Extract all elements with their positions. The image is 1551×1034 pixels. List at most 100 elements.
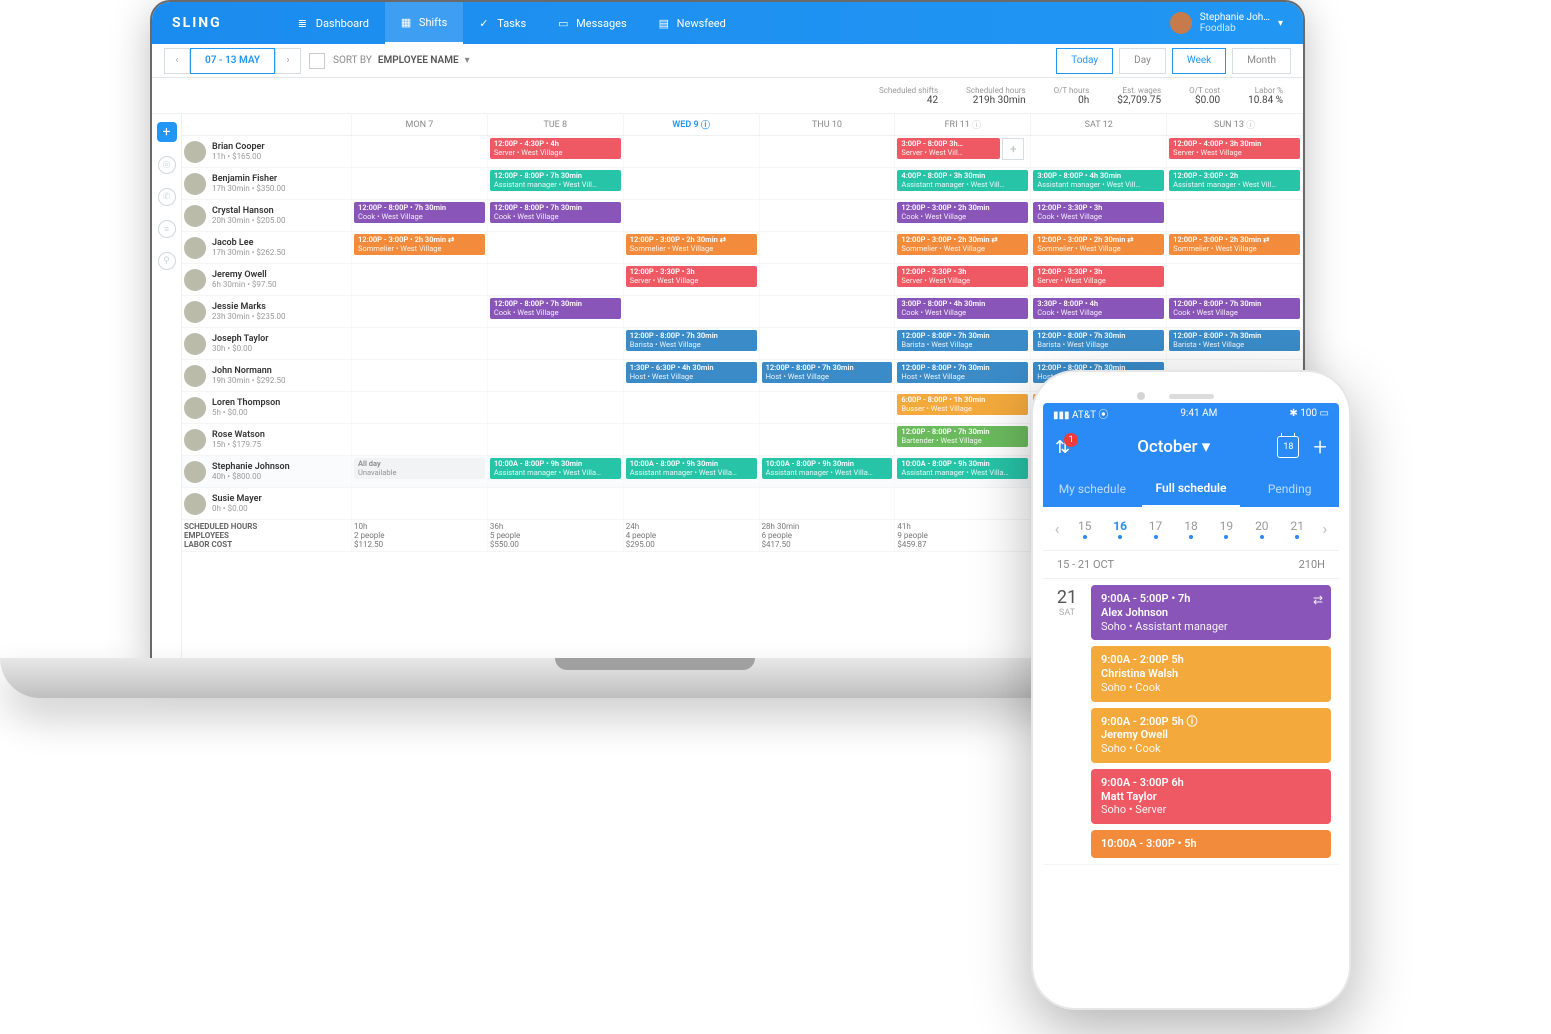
- day-cell[interactable]: 12:00P - 3:30P • 3hServer • West Village: [624, 264, 760, 295]
- day-cell[interactable]: [488, 392, 624, 423]
- nav-tasks[interactable]: ✓Tasks: [463, 2, 542, 44]
- day-cell[interactable]: 10:00A - 8:00P • 9h 30minAssistant manag…: [760, 456, 896, 487]
- phone-month-title[interactable]: October ▾: [1137, 437, 1210, 457]
- day-cell[interactable]: 3:00P - 8:00P • 4h 30minCook • West Vill…: [895, 296, 1031, 327]
- day-cell[interactable]: [352, 360, 488, 391]
- day-cell[interactable]: [1167, 264, 1303, 295]
- day-cell[interactable]: [624, 136, 760, 167]
- day-cell[interactable]: [1031, 136, 1167, 167]
- day-cell[interactable]: 12:00P - 8:00P • 7h 30minCook • West Vil…: [352, 200, 488, 231]
- shift-block[interactable]: 3:00P - 8:00P 3h…Server • West Vill…: [897, 138, 1000, 159]
- shift-block[interactable]: 12:00P - 4:00P • 3h 30minServer • West V…: [1169, 138, 1300, 159]
- day-cell[interactable]: 4:00P - 8:00P • 3h 30minAssistant manage…: [895, 168, 1031, 199]
- shift-block[interactable]: 12:00P - 3:00P • 2h 30min ⇄Sommelier • W…: [354, 234, 485, 255]
- phone-shift-card[interactable]: 9:00A - 5:00P • 7hAlex JohnsonSoho • Ass…: [1091, 585, 1331, 640]
- day-cell[interactable]: 12:00P - 8:00P • 7h 30minCook • West Vil…: [488, 200, 624, 231]
- shift-block[interactable]: 12:00P - 8:00P • 7h 30minCook • West Vil…: [354, 202, 485, 223]
- day-15[interactable]: 15: [1067, 519, 1102, 539]
- day-cell[interactable]: 6:00P - 8:00P • 1h 30minBusser • West Vi…: [895, 392, 1031, 423]
- day-16[interactable]: 16: [1102, 519, 1137, 539]
- day-cell[interactable]: 12:00P - 3:00P • 2h 30minCook • West Vil…: [895, 200, 1031, 231]
- shift-block[interactable]: 12:00P - 8:00P • 7h 30minAssistant manag…: [490, 170, 621, 191]
- phone-shift-card[interactable]: 9:00A - 3:00P 6hMatt TaylorSoho • Server: [1091, 769, 1331, 824]
- day-cell[interactable]: [488, 424, 624, 455]
- employee-cell[interactable]: Stephanie Johnson 40h • $800.00: [182, 456, 352, 487]
- day-cell[interactable]: 12:00P - 8:00P • 7h 30minBarista • West …: [624, 328, 760, 359]
- day-cell[interactable]: [760, 232, 896, 263]
- next-days-button[interactable]: ›: [1315, 519, 1335, 538]
- select-all-checkbox[interactable]: [309, 53, 325, 69]
- employee-cell[interactable]: Jacob Lee 17h 30min • $262.50: [182, 232, 352, 263]
- day-cell[interactable]: [488, 328, 624, 359]
- day-cell[interactable]: 12:00P - 8:00P • 7h 30minCook • West Vil…: [488, 296, 624, 327]
- nav-shifts[interactable]: ▦Shifts: [385, 2, 463, 44]
- shift-block[interactable]: 12:00P - 4:30P • 4hServer • West Village: [490, 138, 621, 159]
- shift-block[interactable]: 12:00P - 3:00P • 2hAssistant manager • W…: [1169, 170, 1300, 191]
- prev-week-button[interactable]: ‹: [164, 48, 190, 74]
- shift-block[interactable]: 10:00A - 8:00P • 9h 30minAssistant manag…: [626, 458, 757, 479]
- day-20[interactable]: 20: [1244, 519, 1279, 539]
- day-cell[interactable]: 12:00P - 4:00P • 3h 30minServer • West V…: [1167, 136, 1303, 167]
- shift-block[interactable]: 12:00P - 8:00P • 7h 30minHost • West Vil…: [762, 362, 893, 383]
- shift-block[interactable]: All dayUnavailable: [354, 458, 485, 479]
- day-cell[interactable]: All dayUnavailable: [352, 456, 488, 487]
- shift-block[interactable]: 10:00A - 8:00P • 9h 30minAssistant manag…: [897, 458, 1028, 479]
- day-cell[interactable]: 12:00P - 3:00P • 2h 30min ⇄Sommelier • W…: [352, 232, 488, 263]
- nav-messages[interactable]: ▭Messages: [542, 2, 642, 44]
- day-cell[interactable]: [624, 200, 760, 231]
- shift-block[interactable]: 12:00P - 3:00P • 2h 30min ⇄Sommelier • W…: [897, 234, 1028, 255]
- tab-full-schedule[interactable]: Full schedule: [1142, 471, 1241, 507]
- calendar-icon[interactable]: 18: [1277, 436, 1299, 458]
- day-cell[interactable]: [488, 488, 624, 519]
- shift-block[interactable]: 3:30P - 8:00P • 4hCook • West Village: [1033, 298, 1164, 319]
- day-cell[interactable]: [760, 264, 896, 295]
- day-cell[interactable]: [352, 328, 488, 359]
- phone-shift-card[interactable]: 9:00A - 2:00P 5hChristina WalshSoho • Co…: [1091, 646, 1331, 701]
- prev-days-button[interactable]: ‹: [1047, 519, 1067, 538]
- day-cell[interactable]: 12:00P - 3:00P • 2hAssistant manager • W…: [1167, 168, 1303, 199]
- month-view-button[interactable]: Month: [1232, 48, 1291, 74]
- day-cell[interactable]: 12:00P - 8:00P • 7h 30minBartender • Wes…: [895, 424, 1031, 455]
- day-19[interactable]: 19: [1209, 519, 1244, 539]
- day-cell[interactable]: [760, 200, 896, 231]
- phone-icon[interactable]: ✆: [158, 188, 176, 206]
- employee-cell[interactable]: Crystal Hanson 20h 30min • $205.00: [182, 200, 352, 231]
- shift-block[interactable]: 10:00A - 8:00P • 9h 30minAssistant manag…: [490, 458, 621, 479]
- shift-block[interactable]: 12:00P - 8:00P • 7h 30minBartender • Wes…: [897, 426, 1028, 447]
- day-cell[interactable]: [352, 264, 488, 295]
- day-cell[interactable]: 12:00P - 3:00P • 2h 30min ⇄Sommelier • W…: [1031, 232, 1167, 263]
- nav-dashboard[interactable]: ≣Dashboard: [282, 2, 385, 44]
- nav-newsfeed[interactable]: ▤Newsfeed: [643, 2, 742, 44]
- day-cell[interactable]: [1167, 200, 1303, 231]
- employee-cell[interactable]: Brian Cooper 11h • $165.00: [182, 136, 352, 167]
- day-cell[interactable]: [760, 392, 896, 423]
- next-week-button[interactable]: ›: [275, 48, 301, 74]
- employee-cell[interactable]: Rose Watson 15h • $179.75: [182, 424, 352, 455]
- shift-block[interactable]: 12:00P - 3:00P • 2h 30minCook • West Vil…: [897, 202, 1028, 223]
- sort-selector[interactable]: SORT BY EMPLOYEE NAME ▾: [333, 55, 470, 66]
- phone-filter-button[interactable]: ⇅1: [1055, 437, 1070, 458]
- shift-block[interactable]: 12:00P - 3:30P • 3hServer • West Village: [626, 266, 757, 287]
- shift-block[interactable]: 12:00P - 8:00P • 7h 30minBarista • West …: [626, 330, 757, 351]
- employee-cell[interactable]: Jeremy Owell 6h 30min • $97.50: [182, 264, 352, 295]
- day-21[interactable]: 21: [1280, 519, 1315, 539]
- add-shift-button[interactable]: +: [157, 122, 177, 142]
- employee-cell[interactable]: Benjamin Fisher 17h 30min • $350.00: [182, 168, 352, 199]
- day-cell[interactable]: 12:00P - 8:00P • 7h 30minHost • West Vil…: [760, 360, 896, 391]
- day-cell[interactable]: 1:30P - 6:30P • 4h 30minHost • West Vill…: [624, 360, 760, 391]
- day-cell[interactable]: [760, 328, 896, 359]
- day-cell[interactable]: [760, 424, 896, 455]
- shift-block[interactable]: 12:00P - 8:00P • 7h 30minHost • West Vil…: [897, 362, 1028, 383]
- shift-block[interactable]: 1:30P - 6:30P • 4h 30minHost • West Vill…: [626, 362, 757, 383]
- day-cell[interactable]: 12:00P - 3:30P • 3hServer • West Village: [1031, 264, 1167, 295]
- day-cell[interactable]: 12:00P - 3:00P • 2h 30min ⇄Sommelier • W…: [624, 232, 760, 263]
- day-cell[interactable]: [488, 360, 624, 391]
- day-cell[interactable]: [624, 424, 760, 455]
- week-view-button[interactable]: Week: [1172, 48, 1226, 74]
- day-cell[interactable]: [624, 392, 760, 423]
- day-view-button[interactable]: Day: [1119, 48, 1166, 74]
- day-cell[interactable]: 12:00P - 8:00P • 7h 30minAssistant manag…: [488, 168, 624, 199]
- user-menu[interactable]: Stephanie Joh… Foodlab ▾: [1170, 12, 1283, 34]
- day-cell[interactable]: [624, 296, 760, 327]
- day-cell[interactable]: 3:30P - 8:00P • 4hCook • West Village: [1031, 296, 1167, 327]
